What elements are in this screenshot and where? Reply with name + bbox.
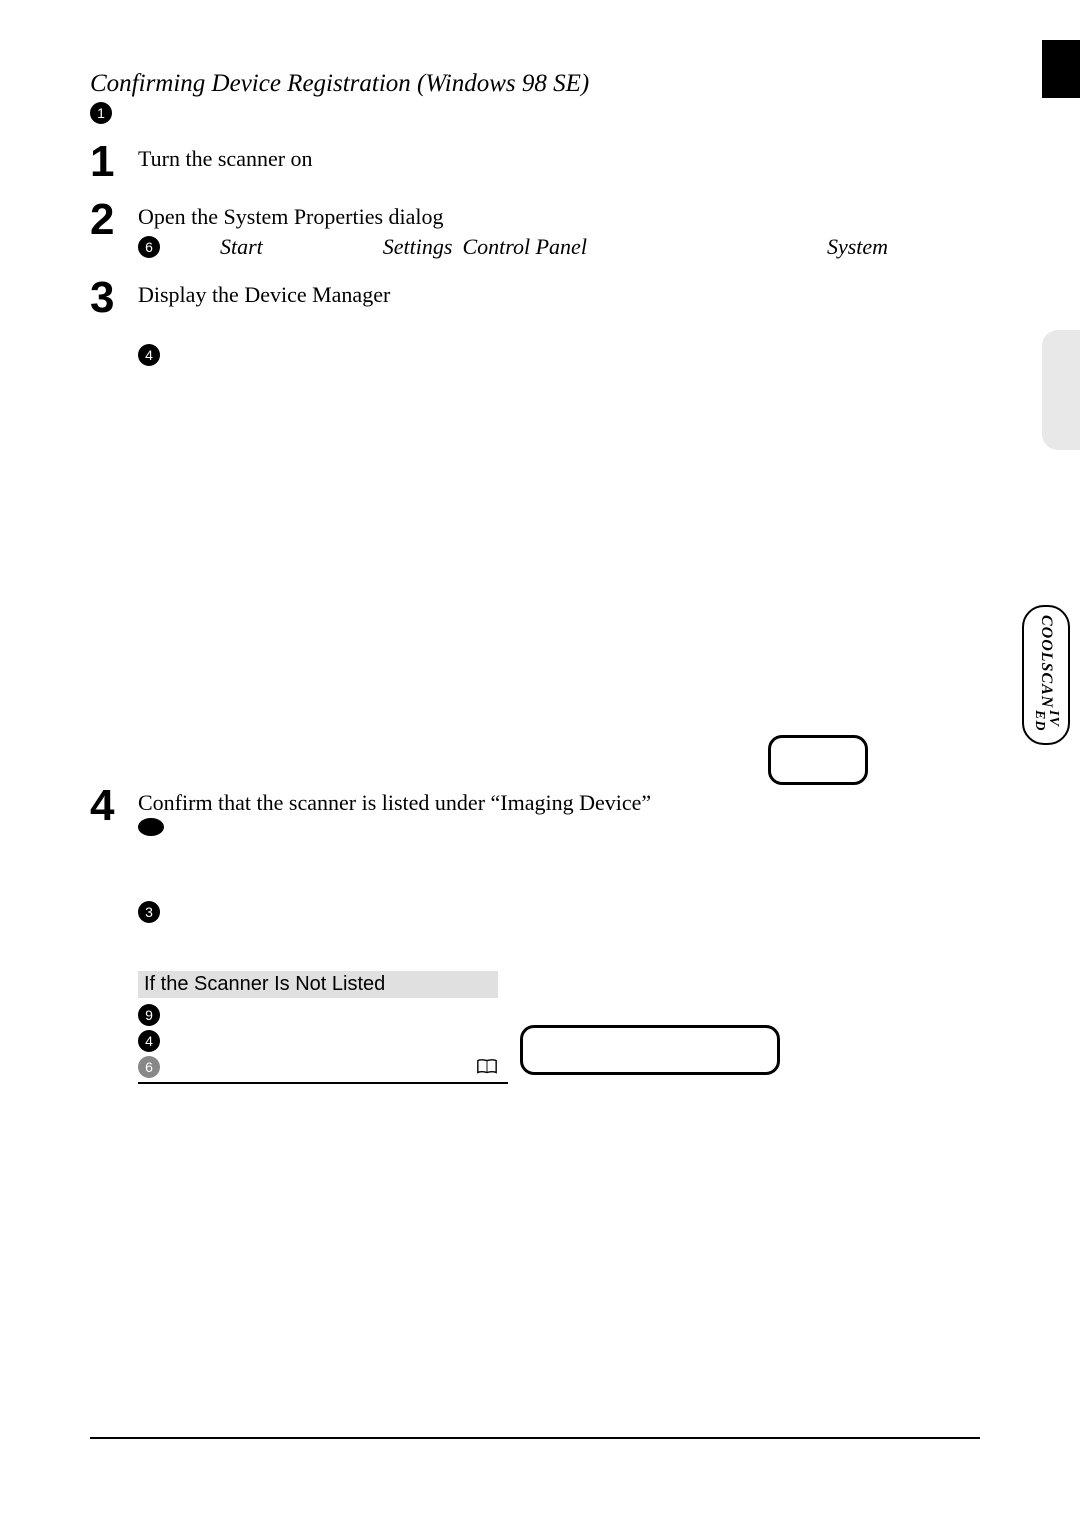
imaging-device-callout-box	[520, 1025, 780, 1075]
step-2-nav: 6 Start Settings Control Panel System	[138, 234, 980, 260]
step-4-marker-icon: 3	[138, 901, 160, 923]
not-listed-underline	[138, 1082, 508, 1084]
step-2-heading: Open the System Properties dialog	[138, 204, 980, 230]
step-1: 1 Turn the scanner on	[90, 142, 980, 182]
title-marker-icon: 1	[90, 102, 112, 124]
book-icon	[476, 1058, 498, 1076]
footer-rule	[90, 1437, 980, 1439]
step-3-heading: Display the Device Manager	[138, 282, 980, 308]
ok-callout-box	[768, 735, 868, 785]
step-4-heading: Confirm that the scanner is listed under…	[138, 790, 980, 816]
nav-settings: Settings	[383, 234, 453, 260]
step-1-heading: Turn the scanner on	[138, 146, 980, 172]
step-2: 2 Open the System Properties dialog 6 St…	[90, 200, 980, 260]
page-content: Confirming Device Registration (Windows …	[0, 0, 1080, 1144]
not-listed-title: If the Scanner Is Not Listed	[138, 971, 498, 998]
page-title: Confirming Device Registration (Windows …	[90, 70, 980, 98]
not-listed-marker-1-icon: 9	[138, 1004, 160, 1026]
step-3: 3 Display the Device Manager 4	[90, 278, 980, 366]
not-listed-marker-3-icon: 6	[138, 1056, 160, 1078]
not-listed-box: If the Scanner Is Not Listed 9 4 6	[138, 963, 508, 1084]
step-3-marker-icon: 4	[138, 344, 160, 366]
step-2-nav-marker-icon: 6	[138, 236, 160, 258]
nav-start: Start	[220, 234, 263, 260]
not-listed-marker-2-icon: 4	[138, 1030, 160, 1052]
step-4-dot-icon	[138, 818, 164, 836]
step-1-number: 1	[90, 142, 120, 182]
step-4-number: 4	[90, 786, 120, 1084]
nav-control-panel: Control Panel	[462, 234, 586, 260]
step-2-number: 2	[90, 200, 120, 260]
step-3-number: 3	[90, 278, 120, 366]
nav-system: System	[827, 234, 888, 260]
